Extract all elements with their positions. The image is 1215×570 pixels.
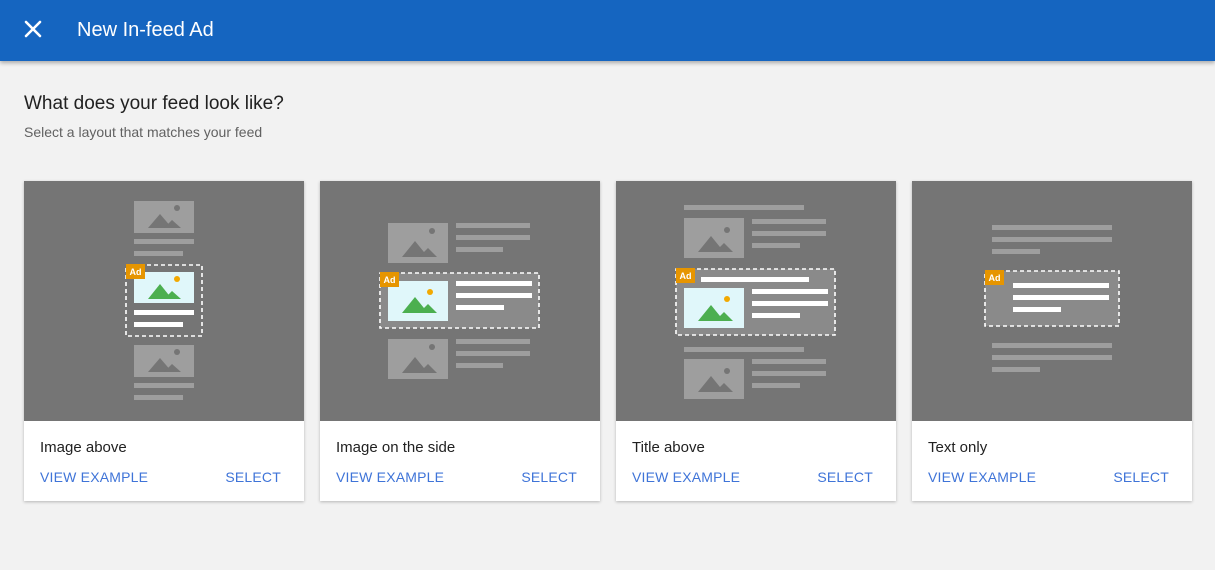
- ad-badge: Ad: [676, 268, 695, 283]
- ad-badge: Ad: [985, 270, 1004, 285]
- layout-card-title-above[interactable]: Ad Title above VIEW EXAMPLE SELECT: [616, 181, 896, 501]
- card-title: Text only: [928, 439, 988, 456]
- card-title: Title above: [632, 439, 705, 456]
- close-button[interactable]: [20, 16, 46, 42]
- layout-card-image-on-side[interactable]: Ad Image on the side VIEW EXAMPLE SELECT: [320, 181, 600, 501]
- feed-item-image-icon: [134, 345, 194, 377]
- card-title: Image above: [40, 439, 127, 456]
- feed-item-image-icon: [388, 223, 448, 263]
- select-button[interactable]: SELECT: [817, 468, 873, 486]
- svg-text:Ad: Ad: [384, 275, 396, 285]
- layout-preview: Ad: [912, 181, 1192, 421]
- section-subheading: Select a layout that matches your feed: [24, 124, 263, 140]
- layout-preview: Ad: [320, 181, 600, 421]
- select-button[interactable]: SELECT: [225, 468, 281, 486]
- select-button[interactable]: SELECT: [521, 468, 577, 486]
- svg-text:Ad: Ad: [130, 267, 142, 277]
- view-example-button[interactable]: VIEW EXAMPLE: [336, 468, 444, 486]
- ad-image-icon: [684, 288, 744, 328]
- page-title: New In-feed Ad: [77, 19, 214, 41]
- layout-card-text-only[interactable]: Ad Text only VIEW EXAMPLE SELECT: [912, 181, 1192, 501]
- svg-text:Ad: Ad: [680, 271, 692, 281]
- app-header: New In-feed Ad: [0, 0, 1215, 61]
- ad-badge: Ad: [126, 264, 145, 279]
- view-example-button[interactable]: VIEW EXAMPLE: [928, 468, 1036, 486]
- feed-item-image-icon: [684, 359, 744, 399]
- layout-preview: Ad: [24, 181, 304, 421]
- select-button[interactable]: SELECT: [1113, 468, 1169, 486]
- section-heading: What does your feed look like?: [24, 93, 284, 114]
- close-icon: [24, 20, 42, 38]
- view-example-button[interactable]: VIEW EXAMPLE: [40, 468, 148, 486]
- feed-item-image-icon: [388, 339, 448, 379]
- layout-card-image-above[interactable]: Ad Image above VIEW EXAMPLE SELECT: [24, 181, 304, 501]
- feed-item-image-icon: [684, 218, 744, 258]
- svg-text:Ad: Ad: [989, 273, 1001, 283]
- card-title: Image on the side: [336, 439, 456, 456]
- view-example-button[interactable]: VIEW EXAMPLE: [632, 468, 740, 486]
- feed-item-image-icon: [134, 201, 194, 233]
- layout-preview: Ad: [616, 181, 896, 421]
- ad-badge: Ad: [380, 272, 399, 287]
